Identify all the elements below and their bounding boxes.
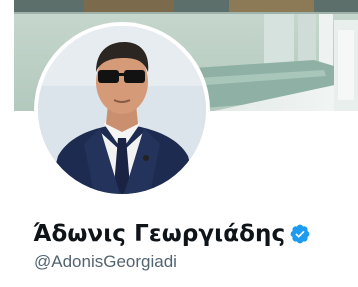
display-name-row: Άδωνις Γεωργιάδης xyxy=(33,215,311,253)
avatar-photo xyxy=(38,26,206,194)
profile-avatar[interactable] xyxy=(34,22,210,198)
verified-badge-icon[interactable] xyxy=(289,223,311,245)
profile-header: Άδωνις Γεωργιάδης @AdonisGeorgiadi xyxy=(0,0,358,287)
avatar-photo-frame xyxy=(38,26,206,194)
display-name: Άδωνις Γεωργιάδης xyxy=(33,221,286,247)
user-handle: @AdonisGeorgiadi xyxy=(34,252,177,271)
